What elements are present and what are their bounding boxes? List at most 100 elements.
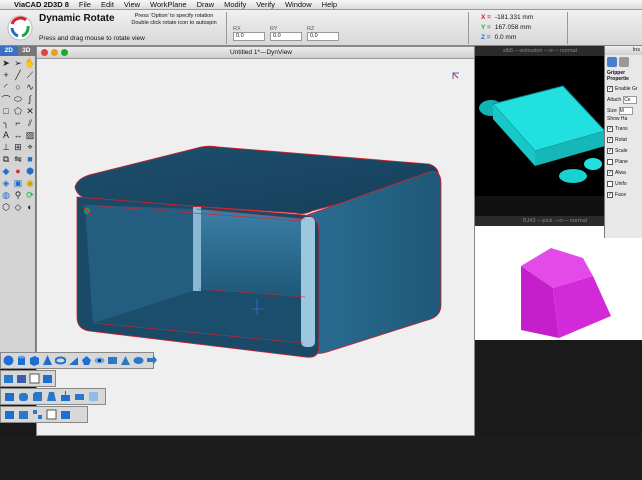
properties-tab-icon[interactable] — [607, 57, 617, 67]
face-offset-icon[interactable] — [87, 391, 99, 403]
cylinder-icon[interactable] — [16, 355, 27, 367]
hatch-icon[interactable]: ▨ — [24, 129, 36, 141]
rotate-view-icon[interactable]: ⟳ — [24, 189, 36, 201]
prism-icon[interactable] — [81, 355, 92, 367]
trim-icon[interactable]: ✕ — [24, 105, 36, 117]
option-checkbox[interactable] — [607, 158, 613, 165]
extrude-icon[interactable]: ◆ — [0, 165, 12, 177]
select-arrow-icon[interactable]: ➤ — [0, 57, 12, 69]
array-icon[interactable] — [31, 409, 43, 421]
option-row[interactable]: ✓ Rotat — [605, 135, 642, 144]
thicken-icon[interactable] — [73, 391, 85, 403]
arrow-extrude-icon[interactable] — [146, 355, 157, 367]
move-icon[interactable] — [3, 409, 15, 421]
wireframe-icon[interactable]: ⬡ — [0, 201, 12, 213]
chamfer-edge-icon[interactable] — [31, 391, 43, 403]
option-row[interactable]: ✓ Alwa — [605, 168, 642, 177]
fillet-edge-icon[interactable] — [17, 391, 29, 403]
menu-file[interactable]: File — [79, 0, 91, 10]
box-icon[interactable] — [29, 355, 40, 367]
boolean-icon[interactable]: ◈ — [0, 177, 12, 189]
measure-icon[interactable]: ⊥ — [0, 141, 12, 153]
point-icon[interactable]: + — [0, 69, 12, 81]
chamfer-icon[interactable]: ⌐ — [12, 117, 24, 129]
light-icon[interactable]: ◉ — [24, 177, 36, 189]
snap-icon[interactable]: ⌖ — [24, 141, 36, 153]
ellipse-icon[interactable]: ⬭ — [12, 93, 24, 105]
rectangle-icon[interactable]: □ — [0, 105, 12, 117]
push-pull-icon[interactable] — [59, 391, 71, 403]
revolve-icon[interactable]: ● — [12, 165, 24, 177]
wedge-icon[interactable] — [68, 355, 79, 367]
size-select[interactable]: M — [618, 106, 633, 115]
menu-verify[interactable]: Verify — [256, 0, 275, 10]
menu-help[interactable]: Help — [322, 0, 337, 10]
subtract-icon[interactable] — [16, 373, 27, 385]
ry-field[interactable]: 0.0 — [270, 32, 302, 41]
option-checkbox[interactable]: ✓ — [607, 125, 613, 132]
loft-icon[interactable] — [107, 355, 118, 367]
minimize-window-button[interactable] — [51, 49, 58, 56]
rx-field[interactable]: 0.0 — [233, 32, 265, 41]
option-row[interactable]: ✓ Trans — [605, 124, 642, 133]
option-row[interactable]: Plane — [605, 157, 642, 166]
scale-icon[interactable] — [45, 409, 57, 421]
edit-tab-icon[interactable] — [619, 57, 629, 67]
view-cube-icon[interactable]: ◇ — [12, 201, 24, 213]
bezier-icon[interactable]: ∫ — [24, 93, 36, 105]
copy-icon[interactable] — [17, 409, 29, 421]
close-window-button[interactable] — [41, 49, 48, 56]
ellipsoid-icon[interactable] — [133, 355, 144, 367]
split-icon[interactable] — [42, 373, 53, 385]
pyramid-icon[interactable] — [120, 355, 131, 367]
intersect-icon[interactable] — [29, 373, 40, 385]
select-outline-icon[interactable]: ➢ — [12, 57, 24, 69]
zoom-window-button[interactable] — [61, 49, 68, 56]
tab-3d[interactable]: 3D — [17, 46, 35, 56]
tab-2d[interactable]: 2D — [0, 46, 18, 56]
spline-icon[interactable]: ⌒ — [0, 93, 12, 105]
arc-icon[interactable]: ◜ — [0, 81, 12, 93]
offset-icon[interactable]: ⫽ — [24, 117, 36, 129]
draft-icon[interactable] — [45, 391, 57, 403]
sphere-icon[interactable] — [3, 355, 14, 367]
torus-icon[interactable] — [55, 355, 66, 367]
line-icon[interactable]: ╱ — [12, 69, 24, 81]
menu-modify[interactable]: Modify — [224, 0, 246, 10]
menu-view[interactable]: View — [124, 0, 140, 10]
rz-field[interactable]: 0.0 — [307, 32, 339, 41]
option-checkbox[interactable]: ✓ — [607, 191, 613, 198]
curve-icon[interactable]: ∿ — [24, 81, 36, 93]
union-icon[interactable] — [3, 373, 14, 385]
zoom-icon[interactable]: ⚲ — [12, 189, 24, 201]
grid-icon[interactable]: ⊞ — [12, 141, 24, 153]
option-checkbox[interactable]: ✓ — [607, 147, 613, 154]
solid-box-icon[interactable]: ■ — [24, 153, 36, 165]
option-checkbox[interactable] — [607, 180, 613, 187]
option-checkbox[interactable]: ✓ — [607, 136, 613, 143]
option-checkbox[interactable]: ✓ — [607, 169, 613, 176]
fillet-icon[interactable]: ╮ — [0, 117, 12, 129]
cone-icon[interactable] — [42, 355, 53, 367]
menu-app-name[interactable]: ViaCAD 2D3D 8 — [14, 0, 69, 10]
option-row[interactable]: Unifo — [605, 179, 642, 188]
enable-gripper-checkbox[interactable]: ✓ — [607, 85, 613, 92]
menu-edit[interactable]: Edit — [101, 0, 114, 10]
transform-icon[interactable]: ⧉ — [0, 153, 12, 165]
render-icon[interactable]: ◍ — [0, 189, 12, 201]
eye-icon[interactable] — [94, 355, 105, 367]
option-row[interactable]: ✓ Scale — [605, 146, 642, 155]
menu-workplane[interactable]: WorkPlane — [150, 0, 187, 10]
option-row[interactable]: ✓ Face — [605, 190, 642, 199]
text-icon[interactable]: A — [0, 129, 12, 141]
dimension-icon[interactable]: ↔ — [12, 129, 24, 141]
align-icon[interactable] — [59, 409, 71, 421]
sweep-icon[interactable]: ⬢ — [24, 165, 36, 177]
polygon-icon[interactable]: ⬠ — [12, 105, 24, 117]
pan-hand-icon[interactable]: ✋ — [24, 57, 36, 69]
menu-draw[interactable]: Draw — [197, 0, 215, 10]
mirror-icon[interactable]: ⇋ — [12, 153, 24, 165]
menu-window[interactable]: Window — [285, 0, 312, 10]
attach-select[interactable]: Ce — [623, 95, 638, 104]
shell-solid-icon[interactable] — [3, 391, 15, 403]
